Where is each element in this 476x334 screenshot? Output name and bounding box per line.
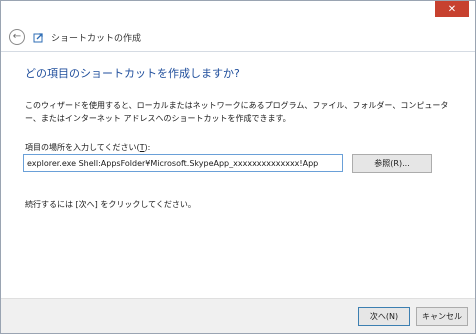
back-arrow-icon: ← xyxy=(12,31,22,42)
header-divider xyxy=(1,51,475,52)
page-heading: どの項目のショートカットを作成しますか? xyxy=(25,67,240,80)
cancel-button[interactable]: キャンセル xyxy=(416,307,468,326)
browse-button[interactable]: 参照(R)... xyxy=(352,154,432,173)
cancel-button-label: キャンセル xyxy=(422,312,462,321)
location-input[interactable] xyxy=(23,154,343,172)
location-label-text: 項目の場所を入力してください( xyxy=(25,143,140,152)
location-label: 項目の場所を入力してください(T): xyxy=(25,142,150,153)
close-button[interactable]: ✕ xyxy=(435,1,469,17)
next-button-label: 次へ(N) xyxy=(369,312,399,321)
browse-button-label: 参照(R)... xyxy=(374,159,410,168)
location-label-suffix: ): xyxy=(144,143,151,152)
continue-instruction: 続行するには [次へ] をクリックしてください。 xyxy=(25,200,196,209)
create-shortcut-window: ✕ ← ショートカットの作成 どの項目のショートカットを作成しますか? このウィ… xyxy=(0,0,476,334)
shortcut-wizard-icon xyxy=(33,33,43,43)
back-button[interactable]: ← xyxy=(9,29,25,45)
wizard-footer: 次へ(N) キャンセル xyxy=(1,298,475,333)
close-icon: ✕ xyxy=(447,3,457,15)
description-text: このウィザードを使用すると、ローカルまたはネットワークにあるプログラム、ファイル… xyxy=(25,101,449,123)
wizard-header: ← ショートカットの作成 xyxy=(1,23,475,51)
next-button[interactable]: 次へ(N) xyxy=(358,307,410,326)
window-title: ショートカットの作成 xyxy=(51,33,142,44)
